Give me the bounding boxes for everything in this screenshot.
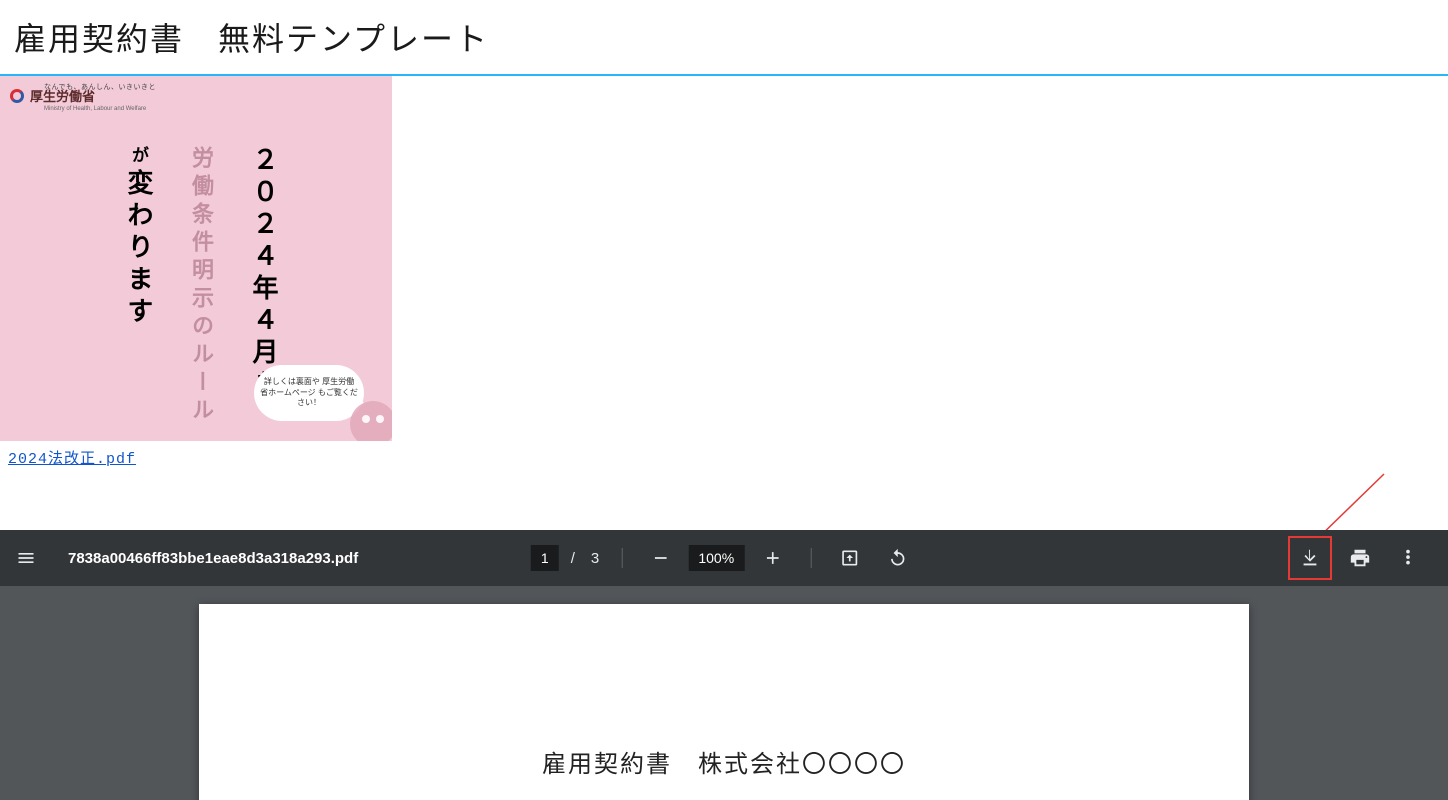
rotate-button[interactable] (877, 538, 917, 578)
page-separator: / (571, 550, 575, 567)
zoom-in-button[interactable] (752, 538, 792, 578)
more-vert-icon (1397, 547, 1419, 569)
thumbnail-area: 厚生労働省 なんでも、あんしん、いきいきと Ministry of Health… (0, 76, 1448, 468)
speech-bubble: 詳しくは裏面や 厚生労働省ホームページ もご覧ください！ (254, 365, 364, 421)
divider (621, 548, 622, 568)
print-icon (1349, 547, 1371, 569)
download-icon (1299, 547, 1321, 569)
toolbar-right (1288, 536, 1428, 580)
pdf-page-area[interactable]: 雇用契約書 株式会社〇〇〇〇 (0, 586, 1448, 800)
rotate-icon (887, 548, 907, 568)
download-highlight (1288, 536, 1332, 580)
pdf-toolbar: 7838a00466ff83bbe1eae8d3a318a293.pdf / 3 (0, 530, 1448, 586)
menu-button[interactable] (6, 538, 46, 578)
mascot-icon (350, 401, 392, 441)
print-button[interactable] (1340, 538, 1380, 578)
rule-column: 労働条件明示のルール (185, 146, 217, 426)
pdf-filename: 7838a00466ff83bbe1eae8d3a318a293.pdf (68, 550, 358, 567)
zoom-display[interactable] (688, 545, 744, 571)
fit-page-icon (839, 548, 859, 568)
change-column: が変わります (120, 146, 157, 329)
pdf-viewer: 7838a00466ff83bbe1eae8d3a318a293.pdf / 3 (0, 530, 1448, 800)
document-title: 雇用契約書 株式会社〇〇〇〇 (199, 744, 1249, 779)
ministry-tagline: なんでも、あんしん、いきいきと (44, 82, 156, 92)
page-title: 雇用契約書 無料テンプレート (0, 0, 1448, 76)
toolbar-center: / 3 (531, 538, 918, 578)
fit-page-button[interactable] (829, 538, 869, 578)
zoom-in-icon (762, 548, 782, 568)
pdf-thumbnail[interactable]: 厚生労働省 なんでも、あんしん、いきいきと Ministry of Health… (0, 76, 392, 441)
more-button[interactable] (1388, 538, 1428, 578)
pdf-page: 雇用契約書 株式会社〇〇〇〇 (199, 604, 1249, 800)
page-number-input[interactable] (531, 545, 559, 571)
menu-icon (16, 548, 36, 568)
download-button[interactable] (1290, 538, 1330, 578)
pdf-download-link[interactable]: 2024法改正.pdf (8, 447, 136, 468)
zoom-out-icon (650, 548, 670, 568)
page-total: 3 (591, 550, 599, 567)
mhlw-logo-icon (8, 87, 26, 105)
ministry-subtitle-en: Ministry of Health, Labour and Welfare (44, 106, 146, 112)
zoom-out-button[interactable] (640, 538, 680, 578)
divider (810, 548, 811, 568)
